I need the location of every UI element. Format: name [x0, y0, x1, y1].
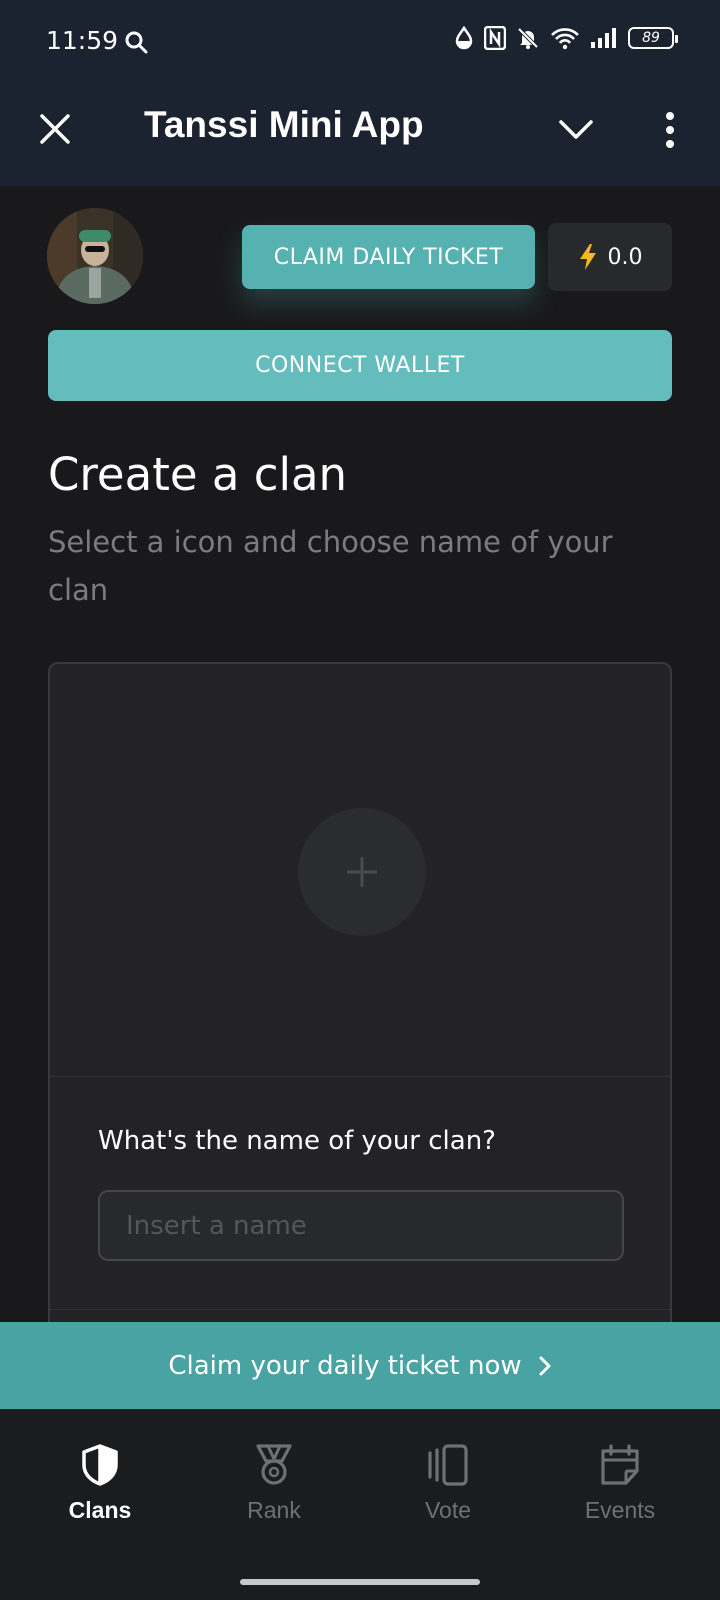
bottom-nav: Clans Rank Vote Events — [0, 1409, 720, 1569]
bell-muted-icon — [517, 27, 539, 49]
plus-icon — [347, 857, 377, 887]
page-subtitle: Select a icon and choose name of your cl… — [48, 525, 613, 607]
status-icons: 89 — [454, 26, 678, 50]
create-clan-card: What's the name of your clan? — [48, 662, 672, 1342]
medal-icon — [256, 1444, 292, 1485]
claim-ticket-banner[interactable]: Claim your daily ticket now — [0, 1322, 720, 1409]
claim-daily-ticket-button[interactable]: CLAIM DAILY TICKET — [242, 225, 535, 289]
home-indicator[interactable] — [240, 1579, 480, 1585]
data-saver-icon — [455, 26, 473, 50]
energy-value: 0.0 — [607, 244, 643, 270]
nav-item-vote[interactable]: Vote — [378, 1443, 518, 1524]
close-icon[interactable] — [38, 112, 72, 146]
clan-name-input[interactable] — [98, 1190, 624, 1261]
app-header: Tanssi Mini App — [0, 82, 720, 186]
app-title: Tanssi Mini App — [144, 104, 424, 145]
card-divider — [50, 1076, 670, 1077]
shield-icon — [82, 1444, 118, 1486]
claim-banner-text: Claim your daily ticket now — [168, 1350, 522, 1381]
chevron-down-icon[interactable] — [556, 114, 596, 144]
nav-label: Rank — [247, 1497, 301, 1523]
battery-level: 89 — [642, 30, 660, 46]
clan-icon-picker[interactable] — [298, 808, 426, 936]
nav-label: Clans — [68, 1497, 132, 1523]
lightning-icon — [579, 244, 596, 270]
status-bar: 11:59 89 — [0, 0, 720, 82]
wifi-icon — [551, 28, 579, 50]
connect-wallet-label: CONNECT WALLET — [255, 353, 465, 378]
card-divider — [50, 1309, 670, 1310]
nfc-icon — [484, 26, 506, 50]
status-time: 11:59 — [46, 26, 119, 55]
calendar-icon — [601, 1444, 639, 1485]
nav-label: Events — [584, 1497, 656, 1523]
nav-item-events[interactable]: Events — [550, 1443, 690, 1524]
chevron-right-icon — [539, 1356, 551, 1375]
energy-balance: 0.0 — [548, 223, 672, 291]
battery-icon: 89 — [628, 27, 678, 49]
nav-item-rank[interactable]: Rank — [204, 1443, 344, 1524]
signal-icon — [591, 28, 616, 48]
nav-item-clans[interactable]: Clans — [30, 1443, 170, 1524]
clan-name-label: What's the name of your clan? — [98, 1126, 496, 1156]
nav-label: Vote — [424, 1497, 472, 1523]
avatar-image — [47, 208, 143, 304]
page-title: Create a clan — [48, 448, 348, 501]
search-icon — [125, 31, 148, 54]
connect-wallet-button[interactable]: CONNECT WALLET — [48, 330, 672, 401]
claim-daily-ticket-label: CLAIM DAILY TICKET — [273, 244, 504, 270]
avatar[interactable] — [47, 208, 143, 304]
more-menu-icon[interactable] — [660, 110, 680, 150]
cards-icon — [428, 1444, 468, 1486]
